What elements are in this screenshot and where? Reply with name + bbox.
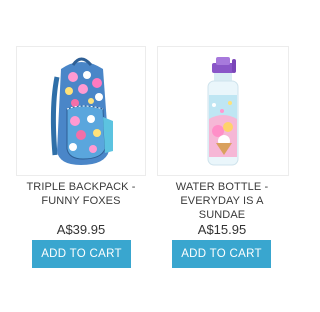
product-image-frame[interactable] bbox=[16, 46, 146, 176]
water-bottle-image bbox=[207, 57, 239, 166]
product-title-line1: WATER BOTTLE - bbox=[175, 181, 269, 193]
add-to-cart-button[interactable]: ADD TO CART bbox=[32, 240, 131, 268]
product-title-line2: FUNNY FOXES bbox=[41, 195, 121, 207]
product-title[interactable]: WATER BOTTLE - EVERYDAY IS A SUNDAE bbox=[157, 180, 287, 222]
product-image-frame[interactable] bbox=[157, 46, 289, 176]
add-to-cart-button[interactable]: ADD TO CART bbox=[172, 240, 271, 268]
backpack-image bbox=[50, 57, 113, 165]
product-title-line1: TRIPLE BACKPACK - bbox=[26, 181, 136, 193]
product-price: A$39.95 bbox=[56, 222, 106, 237]
product-price: A$15.95 bbox=[197, 222, 247, 237]
product-title[interactable]: TRIPLE BACKPACK - FUNNY FOXES bbox=[16, 180, 146, 208]
product-title-line2: EVERYDAY IS A SUNDAE bbox=[180, 195, 264, 221]
product-grid: TRIPLE BACKPACK - FUNNY FOXES A$39.95 AD… bbox=[0, 0, 312, 312]
